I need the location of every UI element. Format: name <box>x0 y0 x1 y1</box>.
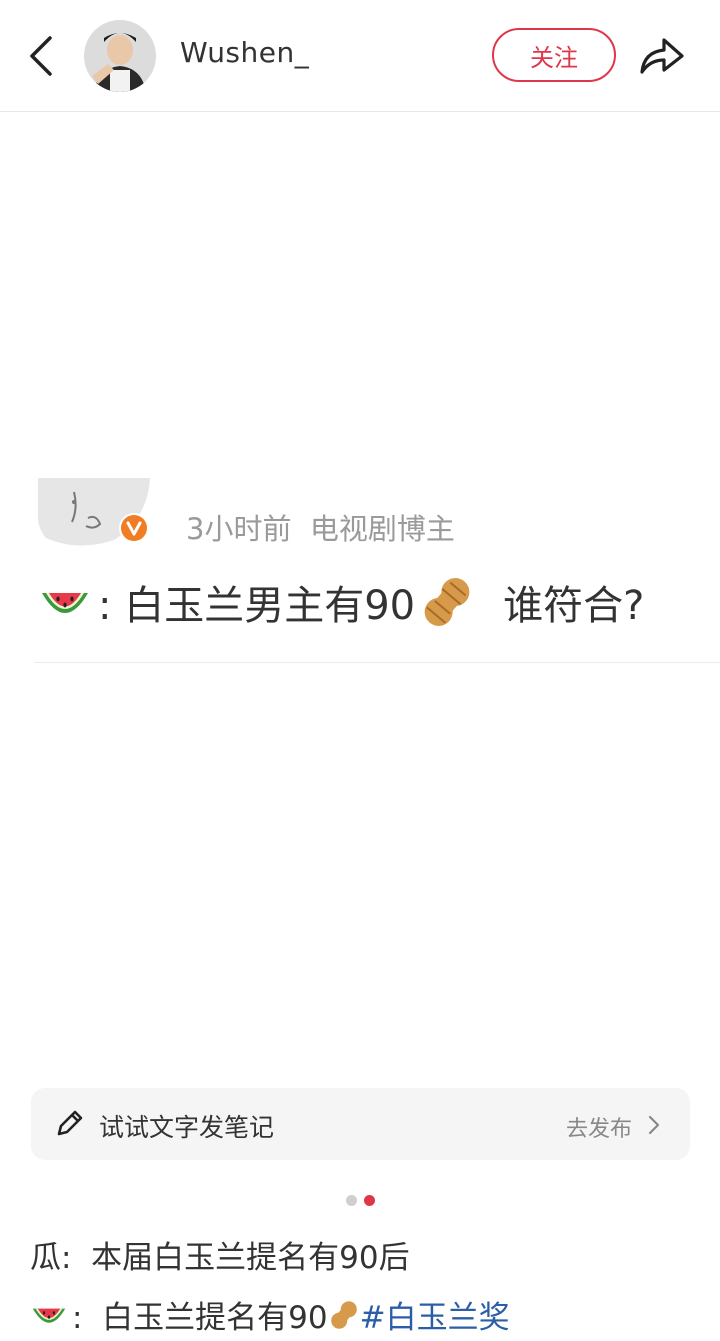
caption-line-2-text: : 白玉兰提名有90 <box>72 1300 328 1336</box>
card-author-avatar <box>38 478 152 548</box>
share-icon[interactable] <box>636 34 688 78</box>
author-avatar[interactable] <box>84 20 156 92</box>
prompt-label: 试试文字发笔记 <box>99 1113 275 1142</box>
post-card-text-tail: 谁符合? <box>503 583 645 629</box>
peanut-icon <box>330 1300 357 1329</box>
back-arrow-icon[interactable] <box>24 34 60 78</box>
watermelon-icon <box>32 1308 66 1323</box>
image-pagination <box>346 1195 375 1206</box>
watermelon-icon <box>42 593 88 613</box>
top-bar: Wushen_ 关注 <box>0 0 720 112</box>
verified-badge-icon <box>119 513 149 543</box>
caption-line-1: 瓜: 本届白玉兰提名有90后 <box>30 1240 410 1276</box>
post-card-text-main: : 白玉兰男主有90 <box>98 583 416 629</box>
chevron-right-icon <box>648 1115 660 1135</box>
author-username[interactable]: Wushen_ <box>180 36 309 69</box>
post-card-text: : 白玉兰男主有90 谁符合? <box>38 572 644 632</box>
page-dot-active[interactable] <box>364 1195 375 1206</box>
peanut-icon <box>424 578 470 626</box>
text-note-prompt[interactable]: 试试文字发笔记 去发布 <box>31 1088 690 1160</box>
hashtag-link[interactable]: #白玉兰奖 <box>360 1292 510 1337</box>
publish-link[interactable]: 去发布 <box>566 1111 632 1143</box>
caption-line-2: : 白玉兰提名有90 #白玉兰奖 <box>30 1292 510 1337</box>
post-meta: 3小时前 电视剧博主 <box>186 512 455 546</box>
page-dot[interactable] <box>346 1195 357 1206</box>
pencil-icon <box>57 1110 83 1136</box>
follow-button[interactable]: 关注 <box>492 28 616 82</box>
divider <box>34 662 720 663</box>
